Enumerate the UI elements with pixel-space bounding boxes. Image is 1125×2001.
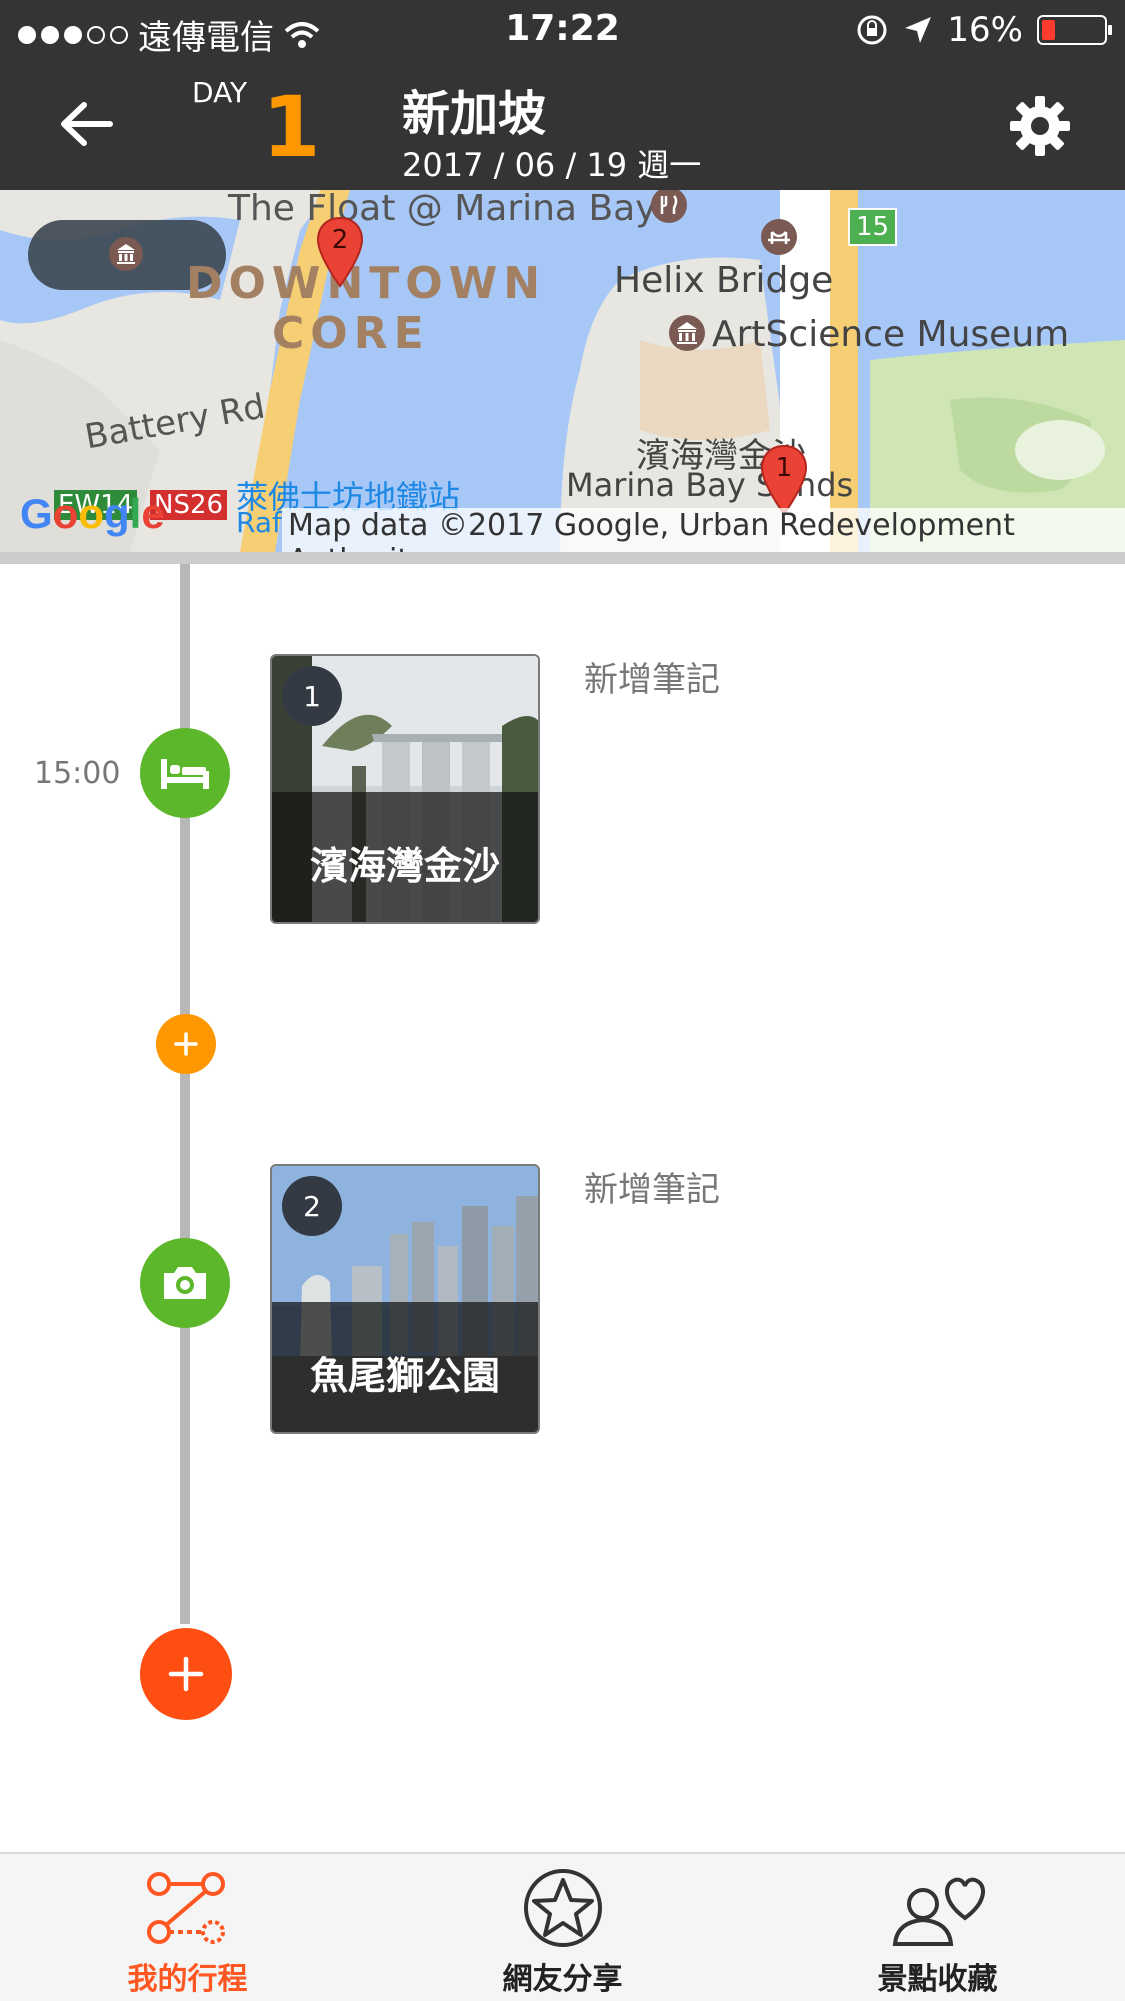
map-attribution[interactable]: Map data ©2017 Google, Urban Redevelopme… xyxy=(282,508,1125,552)
location-arrow-icon xyxy=(905,17,932,43)
item-time: 15:00 xyxy=(34,756,121,791)
place-name: 濱海灣金沙 xyxy=(272,792,538,922)
camera-icon xyxy=(164,1267,206,1299)
gear-icon xyxy=(1010,96,1070,156)
rotation-lock-icon xyxy=(857,15,887,45)
map-pin-2[interactable]: 2 xyxy=(316,216,364,288)
map-label-helix: Helix Bridge xyxy=(614,260,834,301)
food-icon xyxy=(651,190,687,223)
map-label-core: CORE xyxy=(272,308,430,359)
nav-community-share[interactable]: 網友分享 xyxy=(375,1854,750,2001)
nav-label: 我的行程 xyxy=(127,1962,248,1997)
bridge-icon xyxy=(761,219,797,255)
bed-icon xyxy=(161,759,209,789)
svg-text:1: 1 xyxy=(776,453,793,483)
star-icon xyxy=(523,1869,602,1947)
map-label-downtown: DOWNTOWN xyxy=(186,258,547,309)
hotel-node[interactable] xyxy=(140,728,230,818)
place-index-badge: 2 xyxy=(282,1176,342,1236)
bottom-nav: 我的行程 網友分享 景點收藏 xyxy=(0,1852,1125,2001)
add-item-button[interactable] xyxy=(140,1628,232,1720)
map-label-mbs-en: Marina Bay Sands xyxy=(566,466,854,504)
arrow-left-icon xyxy=(61,102,113,146)
back-button[interactable] xyxy=(50,88,122,160)
museum-icon xyxy=(669,315,705,351)
google-logo: Google xyxy=(20,490,165,537)
user-heart-icon xyxy=(892,1877,985,1946)
nav-label: 景點收藏 xyxy=(877,1962,998,1997)
place-index-badge: 1 xyxy=(282,666,342,726)
status-right: 16% xyxy=(855,10,1112,50)
place-card-2[interactable]: 2 魚尾獅公園 xyxy=(270,1164,540,1434)
plus-icon xyxy=(168,1656,204,1692)
status-bar: 遠傳電信 17:22 16% xyxy=(0,0,1125,62)
map-view[interactable]: The Float @ Marina Bay DOWNTOWN CORE Hel… xyxy=(0,190,1125,552)
svg-text:2: 2 xyxy=(332,225,349,255)
add-note-link[interactable]: 新增筆記 xyxy=(584,652,720,701)
add-note-link[interactable]: 新增筆記 xyxy=(584,1162,720,1211)
battery-percent: 16% xyxy=(947,10,1023,50)
nav-saved-spots[interactable]: 景點收藏 xyxy=(750,1854,1125,2001)
itinerary-route-icon xyxy=(146,1872,225,1944)
attraction-node[interactable] xyxy=(140,1238,230,1328)
road-number-badge: 15 xyxy=(848,208,898,246)
trip-date: 2017 / 06 / 19 週一 xyxy=(402,146,702,184)
place-name: 魚尾獅公園 xyxy=(272,1302,538,1432)
nav-my-trips[interactable]: 我的行程 xyxy=(0,1854,375,2001)
page-title: 新加坡 xyxy=(402,86,547,142)
map-label-artscience: ArtScience Museum xyxy=(712,314,1070,355)
map-divider xyxy=(0,552,1125,564)
nav-label: 網友分享 xyxy=(502,1962,623,1997)
plus-icon xyxy=(174,1032,198,1056)
museum-icon xyxy=(109,237,143,271)
day-label: DAY xyxy=(192,76,248,109)
timeline-line xyxy=(180,564,190,1624)
header: DAY 1 新加坡 2017 / 06 / 19 週一 xyxy=(0,62,1125,190)
map-pin-1[interactable]: 1 xyxy=(760,444,808,516)
battery-icon xyxy=(1037,15,1112,45)
map-label-float: The Float @ Marina Bay xyxy=(228,190,657,229)
map-label-raffles-en: Raf xyxy=(236,506,282,539)
insert-item-button[interactable] xyxy=(156,1014,216,1074)
place-card-1[interactable]: 1 濱海灣金沙 xyxy=(270,654,540,924)
day-number: 1 xyxy=(262,78,321,176)
settings-button[interactable] xyxy=(1000,90,1080,162)
